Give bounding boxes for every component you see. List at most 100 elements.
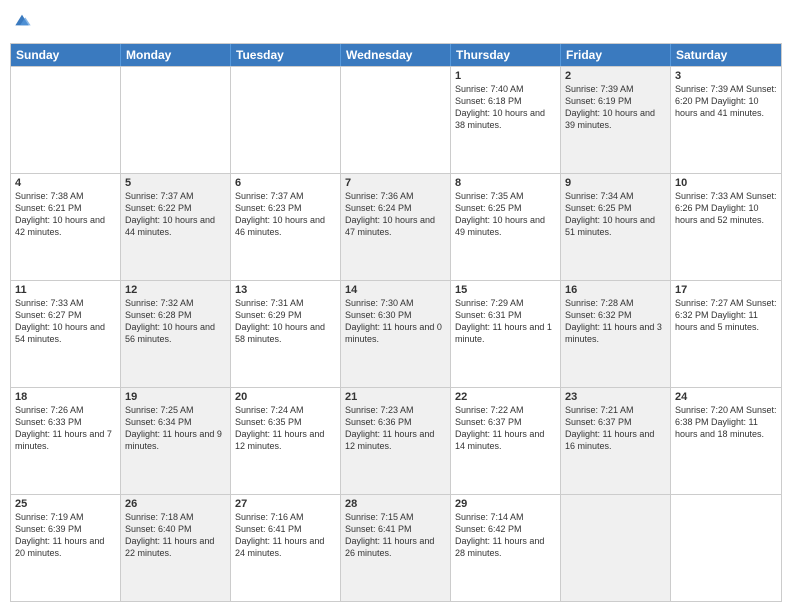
day-info: Sunrise: 7:33 AM Sunset: 6:26 PM Dayligh… <box>675 190 777 226</box>
day-info: Sunrise: 7:22 AM Sunset: 6:37 PM Dayligh… <box>455 404 556 453</box>
day-number: 13 <box>235 284 336 296</box>
cal-cell: 6Sunrise: 7:37 AM Sunset: 6:23 PM Daylig… <box>231 174 341 280</box>
day-number: 29 <box>455 498 556 510</box>
day-info: Sunrise: 7:21 AM Sunset: 6:37 PM Dayligh… <box>565 404 666 453</box>
day-info: Sunrise: 7:38 AM Sunset: 6:21 PM Dayligh… <box>15 190 116 239</box>
day-info: Sunrise: 7:19 AM Sunset: 6:39 PM Dayligh… <box>15 511 116 560</box>
day-info: Sunrise: 7:26 AM Sunset: 6:33 PM Dayligh… <box>15 404 116 453</box>
day-number: 4 <box>15 177 116 189</box>
day-number: 1 <box>455 70 556 82</box>
cal-cell <box>11 67 121 173</box>
cal-cell <box>341 67 451 173</box>
day-info: Sunrise: 7:40 AM Sunset: 6:18 PM Dayligh… <box>455 83 556 132</box>
day-number: 11 <box>15 284 116 296</box>
day-number: 26 <box>125 498 226 510</box>
day-number: 3 <box>675 70 777 82</box>
day-info: Sunrise: 7:15 AM Sunset: 6:41 PM Dayligh… <box>345 511 446 560</box>
cal-cell: 5Sunrise: 7:37 AM Sunset: 6:22 PM Daylig… <box>121 174 231 280</box>
day-header-monday: Monday <box>121 44 231 66</box>
day-info: Sunrise: 7:37 AM Sunset: 6:22 PM Dayligh… <box>125 190 226 239</box>
day-number: 8 <box>455 177 556 189</box>
day-number: 2 <box>565 70 666 82</box>
day-info: Sunrise: 7:29 AM Sunset: 6:31 PM Dayligh… <box>455 297 556 346</box>
logo <box>10 10 34 35</box>
day-info: Sunrise: 7:39 AM Sunset: 6:19 PM Dayligh… <box>565 83 666 132</box>
day-info: Sunrise: 7:24 AM Sunset: 6:35 PM Dayligh… <box>235 404 336 453</box>
calendar-row-4: 18Sunrise: 7:26 AM Sunset: 6:33 PM Dayli… <box>11 387 781 494</box>
cal-cell <box>121 67 231 173</box>
cal-cell: 26Sunrise: 7:18 AM Sunset: 6:40 PM Dayli… <box>121 495 231 601</box>
day-number: 20 <box>235 391 336 403</box>
cal-cell: 21Sunrise: 7:23 AM Sunset: 6:36 PM Dayli… <box>341 388 451 494</box>
page: SundayMondayTuesdayWednesdayThursdayFrid… <box>0 0 792 612</box>
day-number: 16 <box>565 284 666 296</box>
cal-cell: 9Sunrise: 7:34 AM Sunset: 6:25 PM Daylig… <box>561 174 671 280</box>
cal-cell: 1Sunrise: 7:40 AM Sunset: 6:18 PM Daylig… <box>451 67 561 173</box>
calendar-row-1: 1Sunrise: 7:40 AM Sunset: 6:18 PM Daylig… <box>11 66 781 173</box>
cal-cell: 20Sunrise: 7:24 AM Sunset: 6:35 PM Dayli… <box>231 388 341 494</box>
calendar: SundayMondayTuesdayWednesdayThursdayFrid… <box>10 43 782 602</box>
cal-cell: 15Sunrise: 7:29 AM Sunset: 6:31 PM Dayli… <box>451 281 561 387</box>
day-number: 23 <box>565 391 666 403</box>
day-number: 25 <box>15 498 116 510</box>
day-number: 21 <box>345 391 446 403</box>
day-info: Sunrise: 7:16 AM Sunset: 6:41 PM Dayligh… <box>235 511 336 560</box>
day-info: Sunrise: 7:37 AM Sunset: 6:23 PM Dayligh… <box>235 190 336 239</box>
day-info: Sunrise: 7:27 AM Sunset: 6:32 PM Dayligh… <box>675 297 777 333</box>
day-header-wednesday: Wednesday <box>341 44 451 66</box>
calendar-row-3: 11Sunrise: 7:33 AM Sunset: 6:27 PM Dayli… <box>11 280 781 387</box>
cal-cell: 25Sunrise: 7:19 AM Sunset: 6:39 PM Dayli… <box>11 495 121 601</box>
day-number: 22 <box>455 391 556 403</box>
calendar-row-2: 4Sunrise: 7:38 AM Sunset: 6:21 PM Daylig… <box>11 173 781 280</box>
cal-cell: 3Sunrise: 7:39 AM Sunset: 6:20 PM Daylig… <box>671 67 781 173</box>
calendar-row-5: 25Sunrise: 7:19 AM Sunset: 6:39 PM Dayli… <box>11 494 781 601</box>
day-info: Sunrise: 7:30 AM Sunset: 6:30 PM Dayligh… <box>345 297 446 346</box>
day-info: Sunrise: 7:25 AM Sunset: 6:34 PM Dayligh… <box>125 404 226 453</box>
cal-cell: 22Sunrise: 7:22 AM Sunset: 6:37 PM Dayli… <box>451 388 561 494</box>
cal-cell: 13Sunrise: 7:31 AM Sunset: 6:29 PM Dayli… <box>231 281 341 387</box>
cal-cell: 17Sunrise: 7:27 AM Sunset: 6:32 PM Dayli… <box>671 281 781 387</box>
day-info: Sunrise: 7:34 AM Sunset: 6:25 PM Dayligh… <box>565 190 666 239</box>
logo-icon <box>12 10 32 30</box>
day-info: Sunrise: 7:33 AM Sunset: 6:27 PM Dayligh… <box>15 297 116 346</box>
day-number: 5 <box>125 177 226 189</box>
cal-cell: 23Sunrise: 7:21 AM Sunset: 6:37 PM Dayli… <box>561 388 671 494</box>
day-header-sunday: Sunday <box>11 44 121 66</box>
calendar-header-row: SundayMondayTuesdayWednesdayThursdayFrid… <box>11 44 781 66</box>
day-info: Sunrise: 7:32 AM Sunset: 6:28 PM Dayligh… <box>125 297 226 346</box>
cal-cell: 18Sunrise: 7:26 AM Sunset: 6:33 PM Dayli… <box>11 388 121 494</box>
day-number: 6 <box>235 177 336 189</box>
cal-cell: 10Sunrise: 7:33 AM Sunset: 6:26 PM Dayli… <box>671 174 781 280</box>
day-info: Sunrise: 7:18 AM Sunset: 6:40 PM Dayligh… <box>125 511 226 560</box>
cal-cell: 11Sunrise: 7:33 AM Sunset: 6:27 PM Dayli… <box>11 281 121 387</box>
cal-cell: 14Sunrise: 7:30 AM Sunset: 6:30 PM Dayli… <box>341 281 451 387</box>
cal-cell: 12Sunrise: 7:32 AM Sunset: 6:28 PM Dayli… <box>121 281 231 387</box>
cal-cell <box>231 67 341 173</box>
header <box>10 10 782 35</box>
day-number: 24 <box>675 391 777 403</box>
cal-cell: 4Sunrise: 7:38 AM Sunset: 6:21 PM Daylig… <box>11 174 121 280</box>
day-header-thursday: Thursday <box>451 44 561 66</box>
calendar-body: 1Sunrise: 7:40 AM Sunset: 6:18 PM Daylig… <box>11 66 781 601</box>
cal-cell <box>561 495 671 601</box>
cal-cell: 27Sunrise: 7:16 AM Sunset: 6:41 PM Dayli… <box>231 495 341 601</box>
cal-cell: 2Sunrise: 7:39 AM Sunset: 6:19 PM Daylig… <box>561 67 671 173</box>
day-info: Sunrise: 7:28 AM Sunset: 6:32 PM Dayligh… <box>565 297 666 346</box>
day-header-saturday: Saturday <box>671 44 781 66</box>
cal-cell: 16Sunrise: 7:28 AM Sunset: 6:32 PM Dayli… <box>561 281 671 387</box>
cal-cell: 28Sunrise: 7:15 AM Sunset: 6:41 PM Dayli… <box>341 495 451 601</box>
day-number: 27 <box>235 498 336 510</box>
cal-cell: 29Sunrise: 7:14 AM Sunset: 6:42 PM Dayli… <box>451 495 561 601</box>
day-info: Sunrise: 7:35 AM Sunset: 6:25 PM Dayligh… <box>455 190 556 239</box>
day-info: Sunrise: 7:39 AM Sunset: 6:20 PM Dayligh… <box>675 83 777 119</box>
day-number: 18 <box>15 391 116 403</box>
day-number: 14 <box>345 284 446 296</box>
day-info: Sunrise: 7:23 AM Sunset: 6:36 PM Dayligh… <box>345 404 446 453</box>
cal-cell <box>671 495 781 601</box>
day-number: 15 <box>455 284 556 296</box>
day-number: 28 <box>345 498 446 510</box>
day-number: 17 <box>675 284 777 296</box>
day-header-friday: Friday <box>561 44 671 66</box>
day-number: 12 <box>125 284 226 296</box>
day-info: Sunrise: 7:20 AM Sunset: 6:38 PM Dayligh… <box>675 404 777 440</box>
